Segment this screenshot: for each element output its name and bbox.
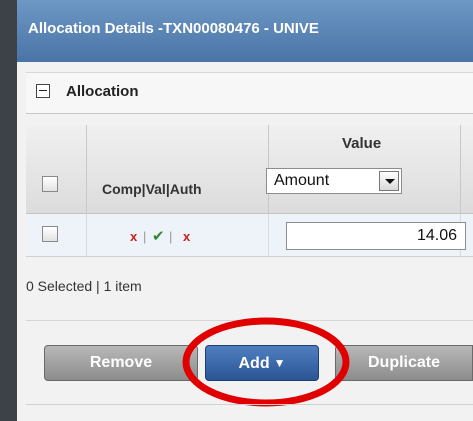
- val-status-check-icon: ✔: [152, 228, 165, 245]
- status-column-header[interactable]: Comp|Val|Auth: [102, 181, 202, 197]
- grid-header: Comp|Val|Auth Value Amount: [26, 125, 473, 214]
- column-divider: [460, 125, 461, 213]
- status-separator: |: [143, 229, 147, 244]
- divider: [26, 404, 473, 405]
- value-type-select[interactable]: Amount: [266, 168, 402, 194]
- duplicate-button[interactable]: Duplicate: [335, 345, 473, 381]
- value-type-selected: Amount: [274, 172, 330, 189]
- window-left-edge: [0, 0, 17, 421]
- status-separator: |: [169, 229, 173, 244]
- collapse-icon[interactable]: [36, 84, 50, 98]
- comp-status-x-icon: x: [130, 229, 138, 244]
- column-divider: [86, 125, 87, 213]
- dropdown-arrow-icon[interactable]: [379, 171, 399, 191]
- allocation-section-header[interactable]: Allocation: [26, 72, 473, 114]
- section-title: Allocation: [66, 83, 139, 100]
- auth-status-x-icon: x: [183, 229, 191, 244]
- value-input[interactable]: 14.06: [286, 222, 466, 250]
- column-divider: [268, 214, 269, 256]
- column-divider: [86, 214, 87, 256]
- table-row[interactable]: x | ✔ | x 14.06: [26, 214, 473, 257]
- remove-button[interactable]: Remove: [44, 345, 198, 381]
- highlight-circle: [182, 317, 350, 407]
- select-all-checkbox[interactable]: [42, 176, 58, 192]
- dialog-titlebar: Allocation Details -TXN00080476 - UNIVE: [17, 0, 473, 62]
- dialog-title: Allocation Details -TXN00080476 - UNIVE: [28, 20, 319, 37]
- selection-summary: 0 Selected | 1 item: [26, 278, 142, 294]
- value-column-header[interactable]: Value: [342, 135, 381, 152]
- row-checkbox[interactable]: [42, 226, 58, 242]
